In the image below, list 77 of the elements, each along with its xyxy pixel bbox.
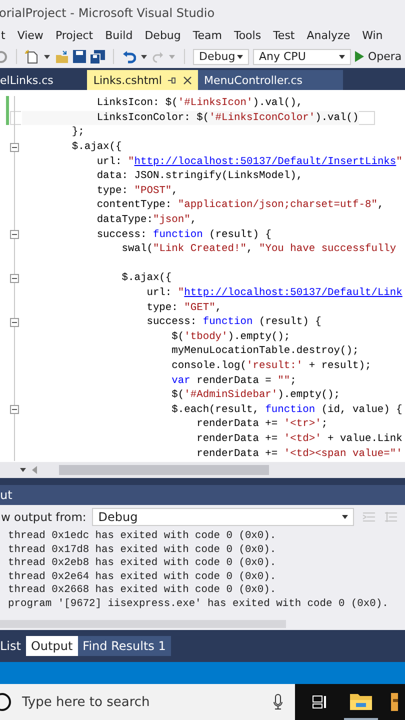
code-line: $.each(result, function (id, value) { <box>170 402 402 417</box>
collapse-icon[interactable] <box>10 405 19 414</box>
code-line: LinksIcon: $('#LinksIcon').val(), <box>96 96 303 110</box>
code-line: }; <box>70 125 84 140</box>
code-line: swal("Link Created!", "You have successfully <box>120 242 396 256</box>
menu-item[interactable]: Test <box>273 28 295 42</box>
scrollbar-thumb[interactable] <box>59 465 269 475</box>
code-line: renderData += '<td><span value="' <box>196 446 402 461</box>
collapse-icon[interactable] <box>10 274 19 284</box>
collapse-icon[interactable] <box>10 318 19 327</box>
menu-item[interactable]: View <box>17 28 44 42</box>
panel-tab[interactable]: Find Results 1 <box>78 636 171 656</box>
code-line: url: "http://localhost:50137/Default/InsertLinks" <box>96 154 402 169</box>
code-line: $.ajax({ <box>120 271 172 286</box>
menu-item[interactable]: Team <box>192 28 222 42</box>
code-line: url: "http://localhost:50137/Default/Link <box>146 286 402 300</box>
code-line: data: JSON.stringify(LinksModel), <box>96 169 303 184</box>
scrollbar-thumb[interactable] <box>0 620 286 628</box>
menu-item[interactable]: Analyze <box>306 28 350 42</box>
output-line: thread 0x2668 has exited with code 0 (0x0). <box>7 584 278 598</box>
code-line: dataType:"json", <box>96 213 197 228</box>
caret-icon[interactable] <box>20 468 26 472</box>
code-line: myMenuLocationTable.destroy(); <box>170 344 359 358</box>
app-icon[interactable] <box>391 693 398 711</box>
microphone-icon[interactable] <box>273 694 283 710</box>
open-folder-icon[interactable] <box>55 50 69 64</box>
run-button[interactable]: Opera <box>368 50 402 63</box>
caret-icon <box>237 54 243 58</box>
save-all-icon[interactable] <box>90 50 105 64</box>
editor-tab[interactable]: MenuController.cs <box>198 70 343 90</box>
output-line: program '[9672] iisexpress.exe' has exited with code 0 (0x0). <box>7 598 390 612</box>
menu-item[interactable]: Tools <box>234 28 262 42</box>
configuration-dropdown[interactable]: Debug <box>193 48 249 64</box>
editor-tab[interactable]: Links.cshtml <box>87 70 198 90</box>
panel-tab[interactable]: Output <box>26 636 78 656</box>
output-line: thread 0x1edc has exited with code 0 (0x0). <box>7 530 278 544</box>
collapse-icon[interactable] <box>10 230 19 240</box>
output-line: thread 0x17d8 has exited with code 0 (0x0). <box>7 544 278 558</box>
caret-icon <box>339 54 345 58</box>
output-line: thread 0x2eb8 has exited with code 0 (0x0). <box>7 557 278 571</box>
play-icon[interactable] <box>355 51 364 62</box>
menu-item[interactable]: Debug <box>144 28 181 42</box>
code-line: $.ajax({ <box>70 140 122 154</box>
code-line: type: "POST", <box>96 184 178 198</box>
folder-icon[interactable] <box>350 692 372 710</box>
task-view-icon[interactable] <box>312 695 328 709</box>
output-line: thread 0x2e64 has exited with code 0 (0x0). <box>7 570 278 584</box>
code-line: contentType: "application/json;charset=utf-8", <box>96 198 384 212</box>
menu-item[interactable]: Win <box>362 28 383 42</box>
menu-item[interactable]: t <box>1 28 6 42</box>
code-line: $('#AdminSidebar').empty(); <box>170 388 340 402</box>
window-title: orialProject - Microsoft Visual Studio <box>0 6 215 20</box>
save-icon[interactable] <box>73 50 86 63</box>
caret-icon[interactable] <box>44 54 50 58</box>
pin-icon[interactable] <box>168 76 177 84</box>
code-line: $('tbody').empty(); <box>170 330 290 344</box>
search-box[interactable]: Type here to search <box>0 684 295 720</box>
menu-item[interactable]: Project <box>55 28 94 42</box>
collapse-icon[interactable] <box>10 142 19 152</box>
code-line: success: function (result) { <box>96 228 272 242</box>
code-line: type: "GET", <box>146 300 222 315</box>
panel-tab[interactable]: List <box>0 636 26 656</box>
output-source-label: w output from: <box>1 510 86 524</box>
menu-item[interactable]: Build <box>105 28 133 42</box>
new-project-icon[interactable] <box>25 50 39 64</box>
caret-icon <box>342 514 348 518</box>
undo-icon[interactable] <box>122 50 136 64</box>
code-line: renderData += '<td>' + value.Link <box>196 432 402 446</box>
output-source-dropdown[interactable]: Debug <box>92 508 354 526</box>
panel-title: ut <box>0 488 12 502</box>
code-line: renderData += '<tr>'; <box>196 417 328 432</box>
caret-icon[interactable] <box>141 54 147 58</box>
platform-dropdown[interactable]: Any CPU <box>253 48 351 64</box>
code-line: success: function (result) { <box>146 315 322 330</box>
close-icon[interactable] <box>182 76 192 84</box>
code-line: console.log('result:' + result); <box>170 358 372 373</box>
code-line: var renderData = ""; <box>170 374 296 388</box>
